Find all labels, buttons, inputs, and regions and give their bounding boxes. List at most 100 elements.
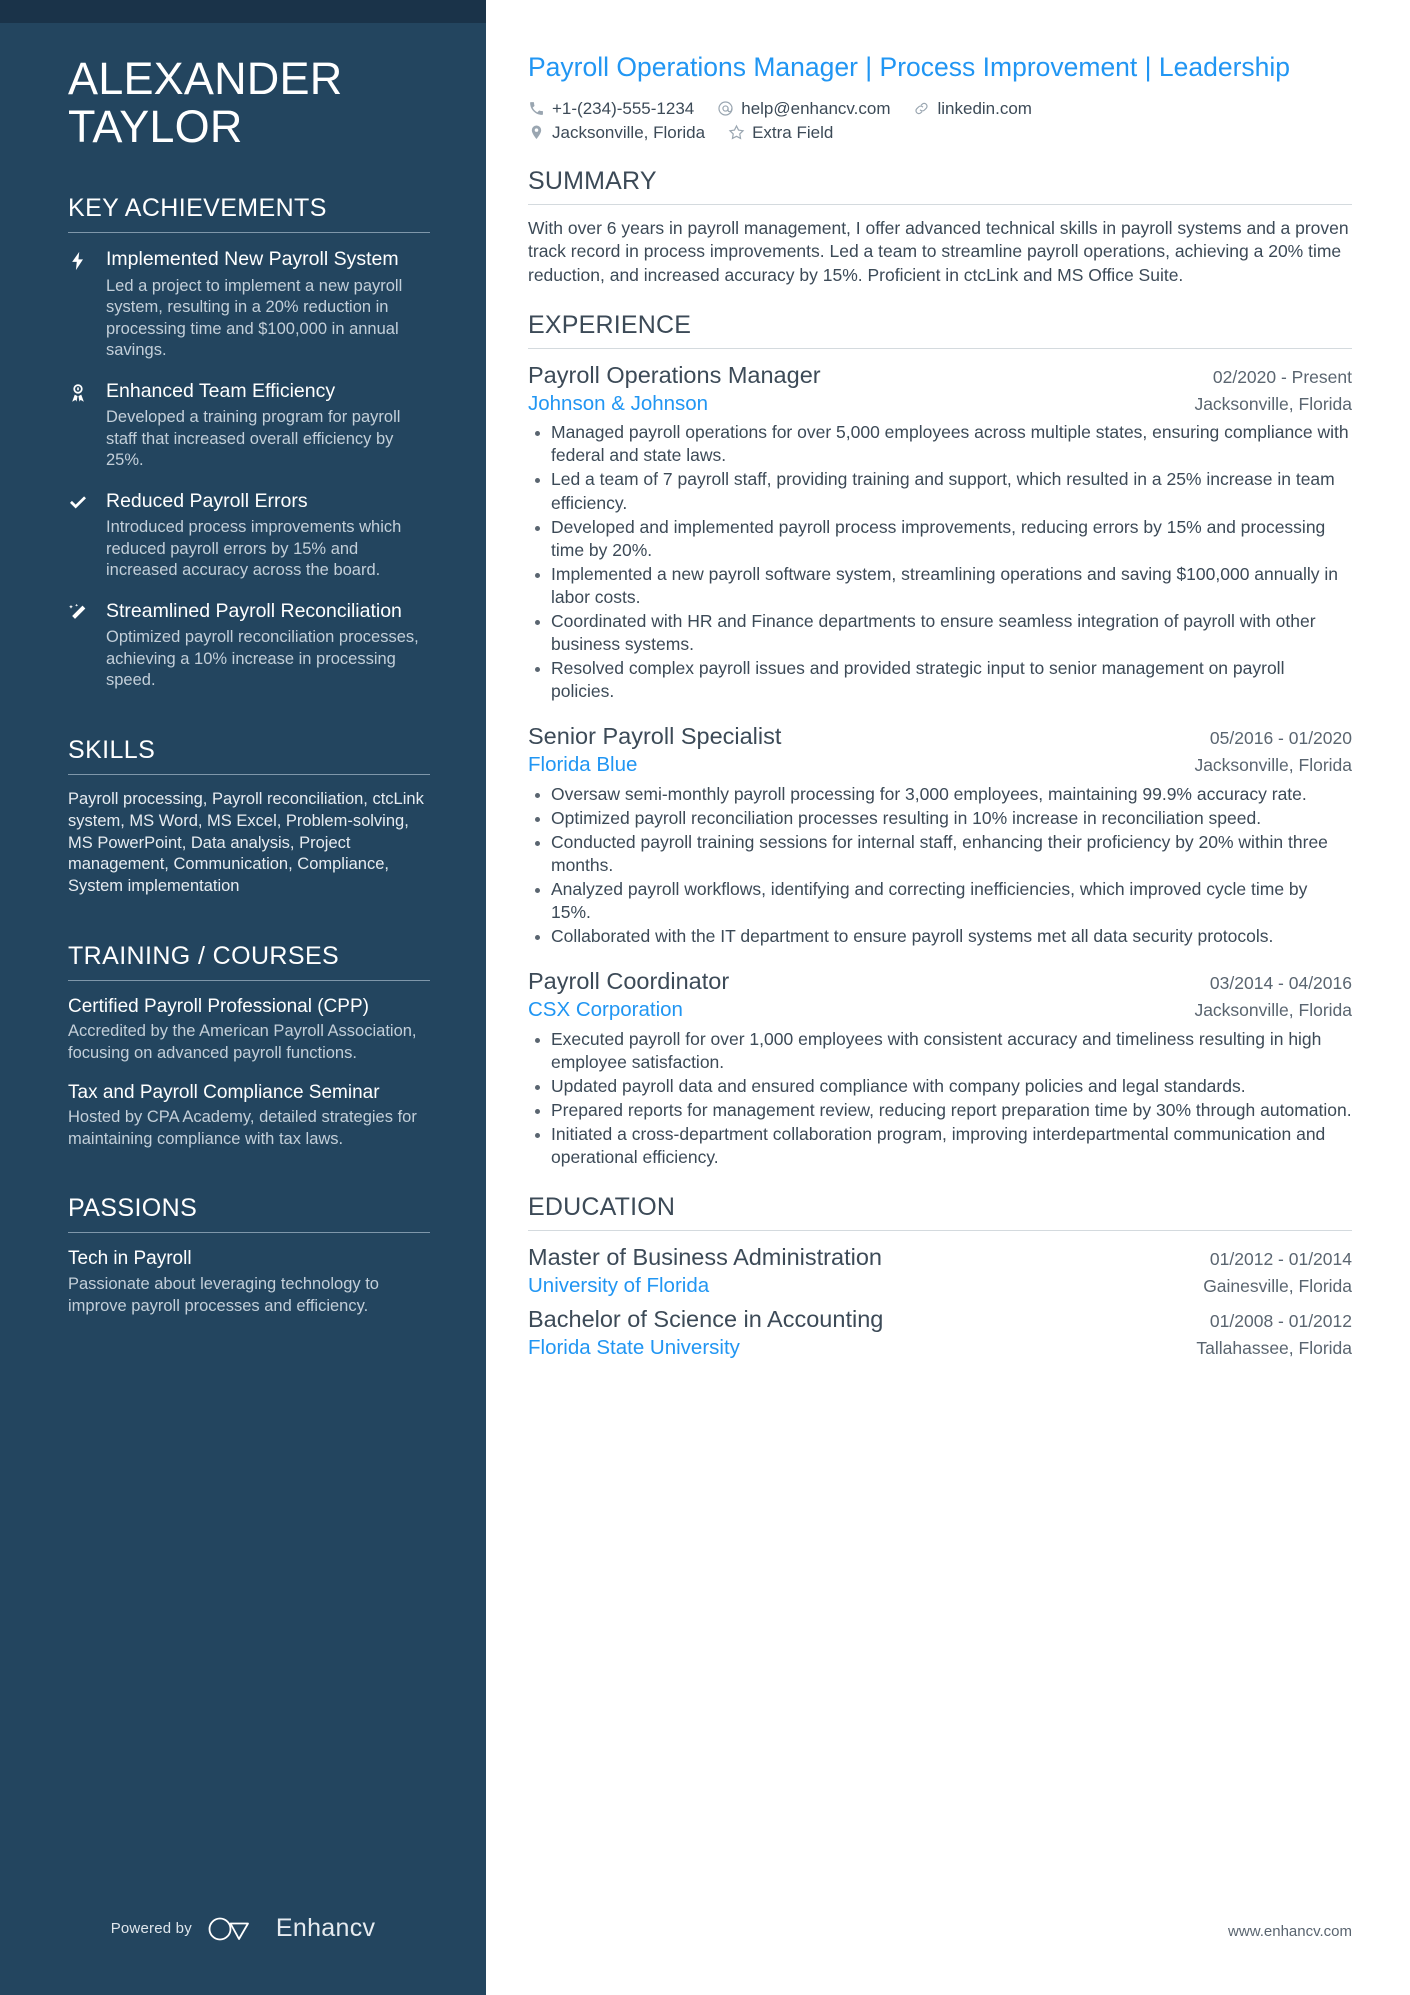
professional-headline: Payroll Operations Manager | Process Imp… [528, 52, 1291, 82]
divider [68, 773, 430, 775]
course-title: Tax and Payroll Compliance Seminar [68, 1081, 380, 1103]
check-mark-icon [68, 489, 92, 582]
powered-by-label: Powered by [110, 1920, 192, 1937]
contact-email[interactable]: help@enhancv.com [717, 99, 890, 119]
link-icon [913, 100, 930, 117]
job-bullet: Oversaw semi-monthly payroll processing … [528, 783, 1352, 806]
at-sign-icon [717, 100, 734, 117]
experience-subheader: CSX Corporation Jacksonville, Florida [528, 997, 1352, 1024]
experience-item: Senior Payroll Specialist 05/2016 - 01/2… [528, 722, 1352, 948]
education-header: Bachelor of Science in Accounting 01/200… [528, 1305, 1352, 1335]
passion-title: Tech in Payroll [68, 1248, 192, 1270]
linkedin-value: linkedin.com [937, 98, 1032, 118]
contact-linkedin[interactable]: linkedin.com [913, 99, 1032, 119]
job-bullet: Managed payroll operations for over 5,00… [528, 421, 1352, 467]
section-training-courses: TRAINING / COURSES Certified Payroll Pro… [68, 942, 430, 1151]
education-item: Bachelor of Science in Accounting 01/200… [528, 1305, 1352, 1361]
location-value: Jacksonville, Florida [552, 122, 706, 142]
achievement-item: Enhanced Team Efficiency Developed a tra… [68, 379, 430, 472]
divider [68, 232, 430, 234]
section-experience: EXPERIENCE Payroll Operations Manager 02… [528, 311, 1352, 1169]
contact-info: +1-(234)-555-1234 help@enhancv.com linke… [528, 99, 1352, 143]
achievement-description: Introduced process improvements which re… [106, 518, 402, 580]
job-bullet: Updated payroll data and ensured complia… [528, 1075, 1352, 1098]
education-header: Master of Business Administration 01/201… [528, 1243, 1352, 1273]
job-bullet: Optimized payroll reconciliation process… [528, 807, 1352, 830]
school-name[interactable]: University of Florida [528, 1273, 709, 1300]
job-bullets: Managed payroll operations for over 5,00… [528, 421, 1352, 703]
course-item: Certified Payroll Professional (CPP) Acc… [68, 995, 430, 1065]
achievement-title: Reduced Payroll Errors [106, 489, 308, 512]
achievement-title: Implemented New Payroll System [106, 248, 399, 271]
section-title-passions: PASSIONS [68, 1194, 198, 1223]
experience-header: Senior Payroll Specialist 05/2016 - 01/2… [528, 722, 1352, 752]
achievement-item: Implemented New Payroll System Led a pro… [68, 247, 430, 362]
section-summary: SUMMARY With over 6 years in payroll man… [528, 167, 1352, 287]
extra-field-value: Extra Field [752, 122, 834, 142]
job-bullet: Developed and implemented payroll proces… [528, 516, 1352, 562]
company-name[interactable]: CSX Corporation [528, 997, 683, 1024]
school-location: Tallahassee, Florida [1196, 1338, 1352, 1358]
education-subheader: Florida State University Tallahassee, Fl… [528, 1335, 1352, 1362]
course-description: Accredited by the American Payroll Assoc… [68, 1022, 417, 1062]
job-title: Payroll Operations Manager [528, 362, 821, 389]
job-location: Jacksonville, Florida [1194, 393, 1352, 414]
contact-location: Jacksonville, Florida [528, 123, 705, 143]
divider [528, 348, 1352, 350]
experience-header: Payroll Coordinator 03/2014 - 04/2016 [528, 967, 1352, 997]
achievement-description: Developed a training program for payroll… [106, 408, 401, 470]
job-bullet: Prepared reports for management review, … [528, 1099, 1352, 1122]
degree-dates: 01/2012 - 01/2014 [1209, 1249, 1352, 1270]
star-icon [728, 124, 745, 141]
job-bullet: Led a team of 7 payroll staff, providing… [528, 468, 1352, 514]
section-title-experience: EXPERIENCE [528, 311, 692, 340]
divider [528, 203, 1352, 205]
name-first: ALEXANDER [68, 53, 343, 104]
skills-list: Payroll processing, Payroll reconciliati… [68, 789, 424, 896]
magic-wand-icon [68, 599, 92, 692]
achievement-description: Optimized payroll reconciliation process… [106, 628, 419, 690]
section-education: EDUCATION Master of Business Administrat… [528, 1193, 1352, 1362]
contact-phone[interactable]: +1-(234)-555-1234 [528, 99, 694, 119]
phone-value: +1-(234)-555-1234 [552, 98, 695, 118]
course-description: Hosted by CPA Academy, detailed strategi… [68, 1108, 417, 1148]
phone-icon [528, 100, 545, 117]
degree-title: Bachelor of Science in Accounting [528, 1306, 884, 1333]
job-location: Jacksonville, Florida [1194, 999, 1352, 1020]
education-subheader: University of Florida Gainesville, Flori… [528, 1273, 1352, 1300]
job-bullets: Oversaw semi-monthly payroll processing … [528, 783, 1352, 949]
section-title-key-achievements: KEY ACHIEVEMENTS [68, 194, 327, 223]
company-name[interactable]: Florida Blue [528, 752, 637, 779]
section-skills: SKILLS Payroll processing, Payroll recon… [68, 736, 430, 898]
achievement-title: Enhanced Team Efficiency [106, 379, 336, 402]
resume-page: ALEXANDER TAYLOR KEY ACHIEVEMENTS Implem… [0, 0, 1410, 1995]
location-pin-icon [528, 124, 545, 141]
course-item: Tax and Payroll Compliance Seminar Hoste… [68, 1081, 430, 1151]
job-bullet: Conducted payroll training sessions for … [528, 831, 1352, 877]
job-location: Jacksonville, Florida [1194, 755, 1352, 776]
sidebar-top-accent-bar [0, 0, 486, 23]
job-bullets: Executed payroll for over 1,000 employee… [528, 1028, 1352, 1170]
company-name[interactable]: Johnson & Johnson [528, 391, 708, 418]
contact-row-1: +1-(234)-555-1234 help@enhancv.com linke… [528, 99, 1352, 119]
main-content: Payroll Operations Manager | Process Imp… [486, 0, 1410, 1995]
experience-subheader: Florida Blue Jacksonville, Florida [528, 752, 1352, 779]
name-last: TAYLOR [68, 100, 243, 152]
job-bullet: Resolved complex payroll issues and prov… [528, 657, 1352, 703]
enhancv-website-url[interactable]: www.enhancv.com [1228, 1923, 1352, 1940]
section-key-achievements: KEY ACHIEVEMENTS Implemented New Payroll… [68, 194, 430, 692]
email-value: help@enhancv.com [741, 98, 891, 118]
divider [68, 979, 430, 981]
section-title-skills: SKILLS [68, 735, 156, 764]
school-name[interactable]: Florida State University [528, 1335, 740, 1362]
job-dates: 05/2016 - 01/2020 [1209, 728, 1352, 749]
job-dates: 02/2020 - Present [1212, 367, 1352, 388]
divider [68, 1232, 430, 1234]
section-passions: PASSIONS Tech in Payroll Passionate abou… [68, 1194, 430, 1317]
passion-item: Tech in Payroll Passionate about leverag… [68, 1247, 430, 1317]
job-bullet: Executed payroll for over 1,000 employee… [528, 1028, 1352, 1074]
contact-row-2: Jacksonville, Florida Extra Field [528, 123, 1352, 143]
achievement-item: Streamlined Payroll Reconciliation Optim… [68, 599, 430, 692]
degree-title: Master of Business Administration [528, 1244, 882, 1271]
passion-description: Passionate about leveraging technology t… [68, 1274, 379, 1315]
